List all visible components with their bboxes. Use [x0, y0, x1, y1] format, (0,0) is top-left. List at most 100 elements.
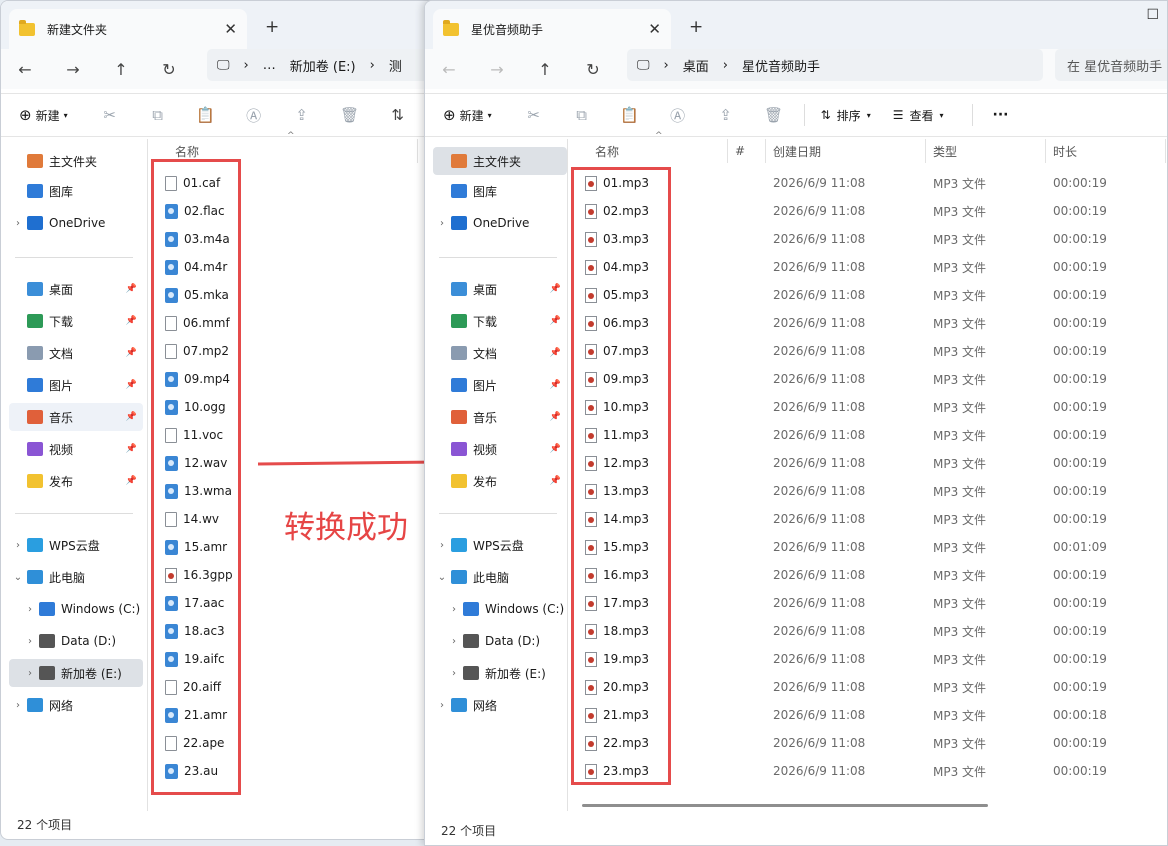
file-row[interactable]: 22.mp3 2026/6/9 11:08 MP3 文件 00:00:19 [585, 729, 1165, 757]
sidebar-item[interactable]: › 网络 [433, 691, 567, 719]
sidebar-item[interactable]: 音乐 📌 [9, 403, 143, 431]
sort-button[interactable]: ⇅ 排序 ▾ [821, 107, 871, 124]
delete-icon[interactable]: 🗑 [750, 106, 798, 124]
file-row[interactable]: 06.mp3 2026/6/9 11:08 MP3 文件 00:00:19 [585, 309, 1165, 337]
sidebar-item[interactable]: › Windows (C:) [9, 595, 143, 623]
up-button[interactable]: ↑ [97, 60, 145, 79]
paste-icon[interactable]: 📋 [182, 106, 230, 124]
sidebar-item[interactable]: › Data (D:) [9, 627, 143, 655]
maximize-icon[interactable]: ☐ [1146, 7, 1159, 23]
sidebar-item[interactable]: › 网络 [9, 691, 143, 719]
file-row[interactable]: 19.mp3 2026/6/9 11:08 MP3 文件 00:00:19 [585, 645, 1165, 673]
sidebar-item[interactable]: 桌面 📌 [433, 275, 567, 303]
breadcrumb-folder[interactable]: 测 [389, 56, 402, 75]
new-tab-button[interactable]: + [689, 17, 703, 37]
chevron-icon[interactable]: › [433, 700, 451, 711]
file-row[interactable]: 17.mp3 2026/6/9 11:08 MP3 文件 00:00:19 [585, 589, 1165, 617]
sidebar-item[interactable]: › WPS云盘 [9, 531, 143, 559]
file-row[interactable]: 23.mp3 2026/6/9 11:08 MP3 文件 00:00:19 [585, 757, 1165, 785]
breadcrumb-folder[interactable]: 星优音频助手 [742, 56, 820, 75]
up-button[interactable]: ↑ [521, 60, 569, 79]
sidebar-item[interactable]: 图库 [433, 177, 567, 205]
new-button[interactable]: ⊕ 新建 ▾ [443, 106, 492, 124]
sidebar-item[interactable]: › 新加卷 (E:) [433, 659, 567, 687]
file-row[interactable]: 02.mp3 2026/6/9 11:08 MP3 文件 00:00:19 [585, 197, 1165, 225]
sidebar-item[interactable]: ⌄ 此电脑 [9, 563, 143, 591]
copy-icon[interactable]: ⧉ [134, 106, 182, 124]
file-row[interactable]: 05.mp3 2026/6/9 11:08 MP3 文件 00:00:19 [585, 281, 1165, 309]
breadcrumb-more[interactable]: … [263, 58, 276, 73]
chevron-icon[interactable]: › [21, 604, 39, 615]
chevron-icon[interactable]: › [9, 700, 27, 711]
close-tab-icon[interactable]: ✕ [224, 20, 237, 38]
chevron-icon[interactable]: › [445, 636, 463, 647]
column-name[interactable]: 名称 [175, 143, 199, 160]
breadcrumb-drive-e[interactable]: 新加卷 (E:) [290, 56, 356, 75]
back-button[interactable]: ← [425, 60, 473, 79]
column-name[interactable]: 名称 [595, 143, 619, 160]
column-type[interactable]: 类型 [933, 143, 957, 160]
sidebar-item[interactable]: › Windows (C:) [433, 595, 567, 623]
sidebar-item[interactable]: 视频 📌 [9, 435, 143, 463]
file-row[interactable]: 04.mp3 2026/6/9 11:08 MP3 文件 00:00:19 [585, 253, 1165, 281]
column-duration[interactable]: 时长 [1053, 143, 1077, 160]
file-row[interactable]: 21.mp3 2026/6/9 11:08 MP3 文件 00:00:18 [585, 701, 1165, 729]
chevron-icon[interactable]: ⌄ [433, 572, 451, 583]
rename-icon[interactable]: Ⓐ [654, 105, 702, 126]
sidebar-item[interactable]: 发布 📌 [9, 467, 143, 495]
file-row[interactable]: 12.mp3 2026/6/9 11:08 MP3 文件 00:00:19 [585, 449, 1165, 477]
sidebar-item[interactable]: 图片 📌 [9, 371, 143, 399]
sidebar-item[interactable]: › WPS云盘 [433, 531, 567, 559]
chevron-icon[interactable]: › [21, 668, 39, 679]
column-number[interactable]: # [735, 144, 745, 158]
sidebar-item[interactable]: › OneDrive [9, 209, 143, 237]
horizontal-scrollbar[interactable] [582, 804, 988, 807]
tab-source-folder[interactable]: 新建文件夹 ✕ [9, 9, 247, 49]
refresh-button[interactable]: ↻ [145, 60, 193, 79]
more-options-button[interactable]: ··· [993, 107, 1009, 123]
column-created[interactable]: 创建日期 [773, 143, 821, 160]
chevron-icon[interactable]: › [9, 540, 27, 551]
file-row[interactable]: 07.mp3 2026/6/9 11:08 MP3 文件 00:00:19 [585, 337, 1165, 365]
sidebar-item[interactable]: 发布 📌 [433, 467, 567, 495]
rename-icon[interactable]: Ⓐ [230, 105, 278, 126]
sidebar-item[interactable]: 视频 📌 [433, 435, 567, 463]
file-row[interactable]: 16.mp3 2026/6/9 11:08 MP3 文件 00:00:19 [585, 561, 1165, 589]
tab-output-folder[interactable]: 星优音频助手 ✕ [433, 9, 671, 49]
sidebar-item[interactable]: 桌面 📌 [9, 275, 143, 303]
new-tab-button[interactable]: + [265, 17, 279, 37]
sidebar-item[interactable]: › OneDrive [433, 209, 567, 237]
file-row[interactable]: 20.mp3 2026/6/9 11:08 MP3 文件 00:00:19 [585, 673, 1165, 701]
sidebar-item[interactable]: 音乐 📌 [433, 403, 567, 431]
back-button[interactable]: ← [1, 60, 49, 79]
cut-icon[interactable]: ✂ [510, 106, 558, 124]
file-row[interactable]: 09.mp3 2026/6/9 11:08 MP3 文件 00:00:19 [585, 365, 1165, 393]
sidebar-item[interactable]: ⌄ 此电脑 [433, 563, 567, 591]
delete-icon[interactable]: 🗑 [326, 106, 374, 124]
sidebar-item[interactable]: 下载 📌 [433, 307, 567, 335]
file-row[interactable]: 01.mp3 2026/6/9 11:08 MP3 文件 00:00:19 [585, 169, 1165, 197]
file-row[interactable]: 14.mp3 2026/6/9 11:08 MP3 文件 00:00:19 [585, 505, 1165, 533]
sidebar-item[interactable]: 图库 [9, 177, 143, 205]
chevron-icon[interactable]: › [445, 668, 463, 679]
search-input[interactable]: 在 星优音频助手 [1055, 49, 1167, 81]
sidebar-item[interactable]: 主文件夹 [433, 147, 567, 175]
chevron-icon[interactable]: › [433, 218, 451, 229]
file-row[interactable]: 03.mp3 2026/6/9 11:08 MP3 文件 00:00:19 [585, 225, 1165, 253]
file-row[interactable]: 15.mp3 2026/6/9 11:08 MP3 文件 00:01:09 [585, 533, 1165, 561]
file-row[interactable]: 11.mp3 2026/6/9 11:08 MP3 文件 00:00:19 [585, 421, 1165, 449]
chevron-icon[interactable]: › [433, 540, 451, 551]
cut-icon[interactable]: ✂ [86, 106, 134, 124]
forward-button[interactable]: → [473, 60, 521, 79]
breadcrumb-desktop[interactable]: 桌面 [683, 56, 709, 75]
copy-icon[interactable]: ⧉ [558, 106, 606, 124]
sidebar-item[interactable]: › Data (D:) [433, 627, 567, 655]
chevron-icon[interactable]: › [9, 218, 27, 229]
sort-icon[interactable]: ⇅ [374, 106, 422, 124]
sidebar-item[interactable]: 文档 📌 [9, 339, 143, 367]
refresh-button[interactable]: ↻ [569, 60, 617, 79]
address-bar[interactable]: 🖵 › 桌面 › 星优音频助手 [627, 49, 1043, 81]
file-row[interactable]: 10.mp3 2026/6/9 11:08 MP3 文件 00:00:19 [585, 393, 1165, 421]
file-row[interactable]: 13.mp3 2026/6/9 11:08 MP3 文件 00:00:19 [585, 477, 1165, 505]
sidebar-item[interactable]: 主文件夹 [9, 147, 143, 175]
